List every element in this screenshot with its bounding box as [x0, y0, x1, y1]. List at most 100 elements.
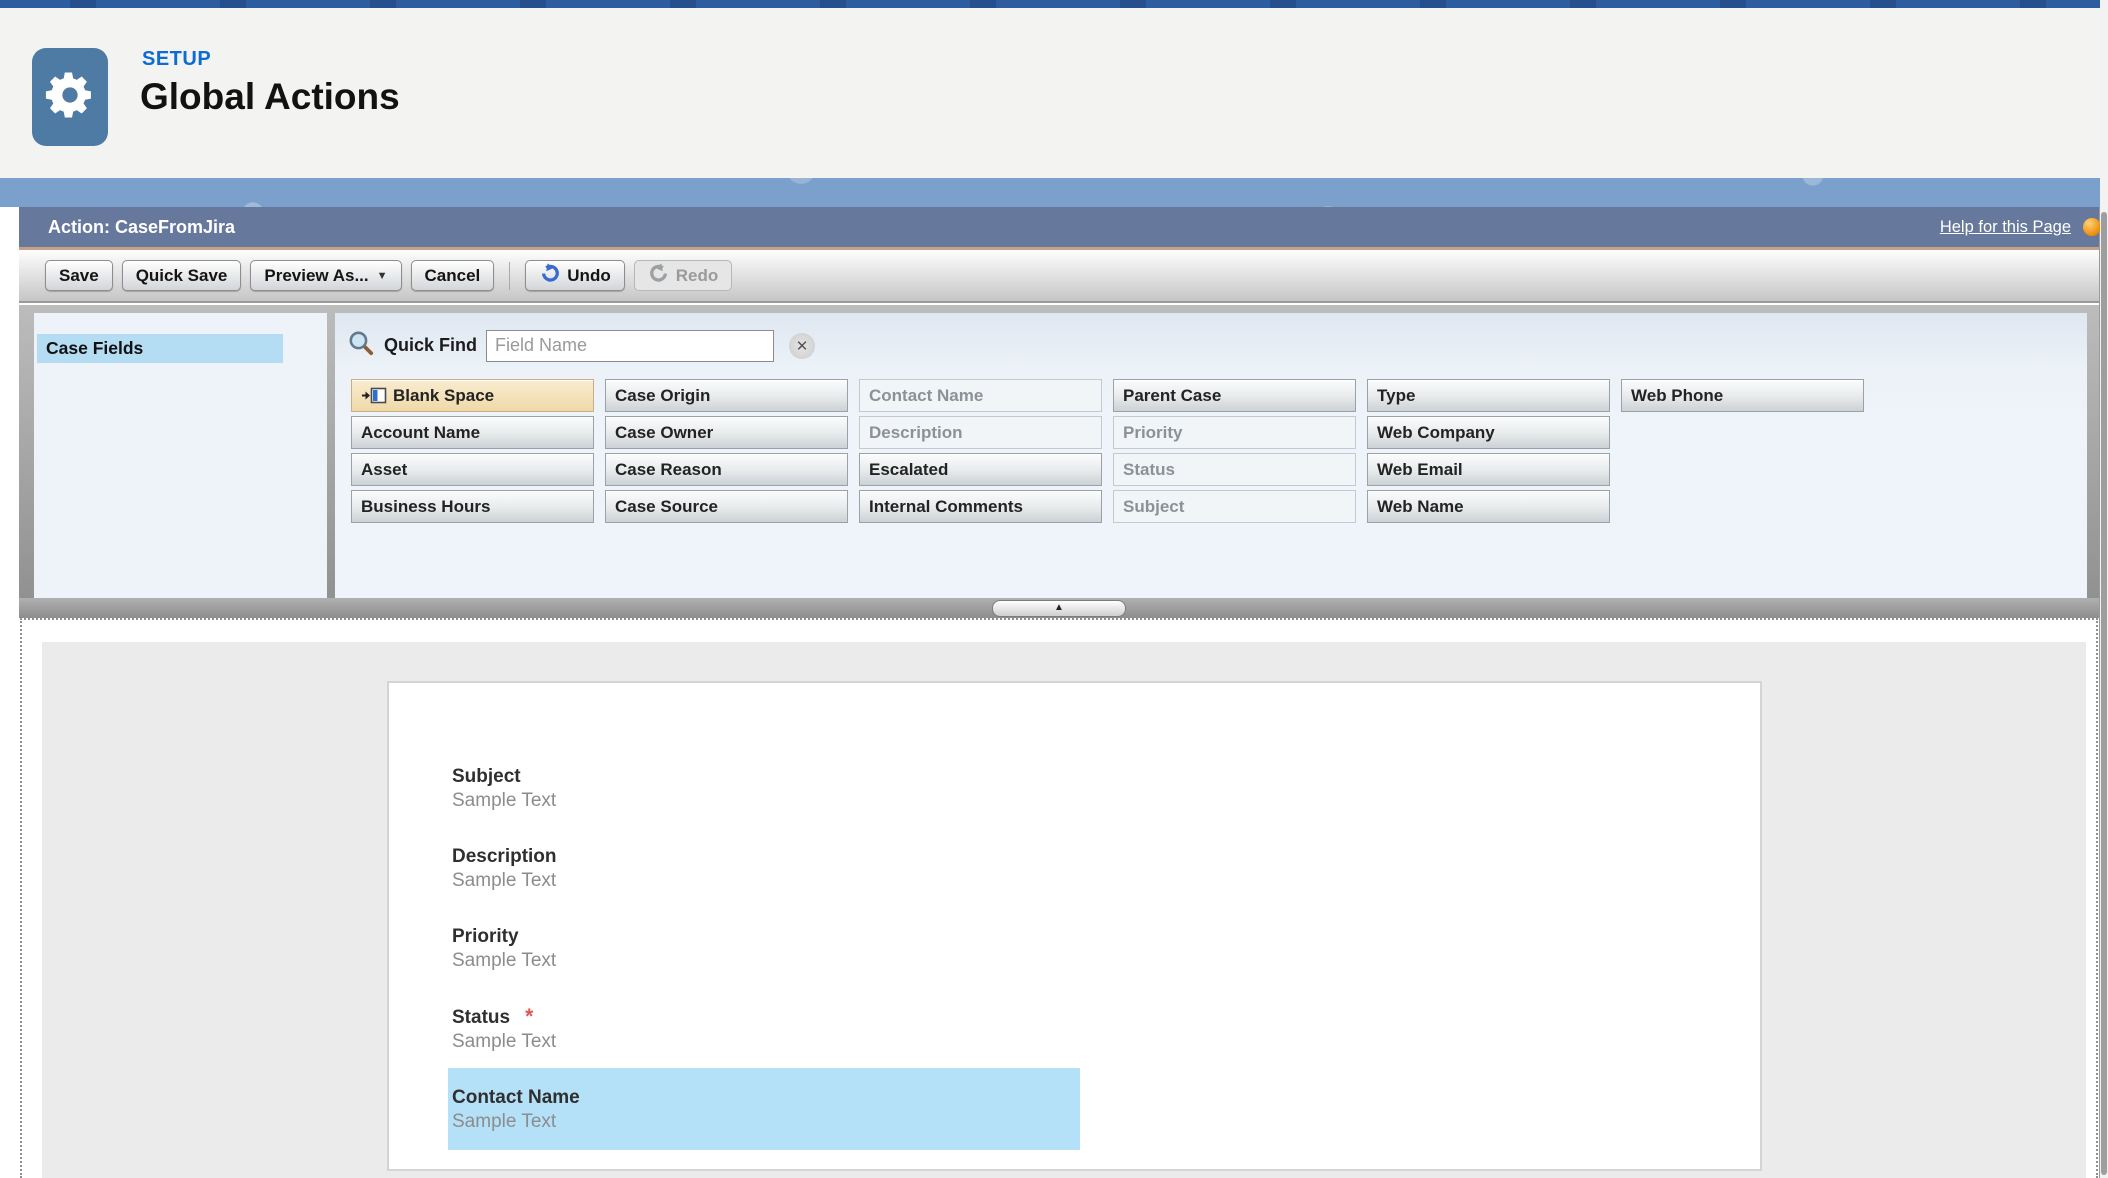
layout-field-sample-value: Sample Text	[452, 869, 1080, 893]
decorative-banner	[0, 178, 2108, 207]
palette-field-web-company[interactable]: Web Company	[1367, 416, 1610, 449]
setup-header: SETUP Global Actions	[0, 8, 2108, 178]
palette-field-web-email[interactable]: Web Email	[1367, 453, 1610, 486]
layout-field-description[interactable]: DescriptionSample Text	[452, 845, 1080, 893]
palette-field-case-reason[interactable]: Case Reason	[605, 453, 848, 486]
layout-field-contact-name[interactable]: Contact NameSample Text	[448, 1068, 1080, 1150]
layout-field-label: Contact Name	[452, 1086, 1080, 1110]
fields-palette-frame: Case Fields Quick Find ✕ Blank Space Acco…	[19, 305, 2099, 618]
palette-field-label: Web Phone	[1631, 386, 1723, 406]
palette-field-type[interactable]: Type	[1367, 379, 1610, 412]
vertical-scrollbar[interactable]	[2100, 0, 2108, 1178]
layout-fields: SubjectSample TextDescriptionSample Text…	[389, 683, 1760, 1150]
palette-field-business-hours[interactable]: Business Hours	[351, 490, 594, 523]
palette-sidebar: Case Fields	[34, 313, 327, 598]
required-asterisk-icon: *	[525, 1005, 533, 1028]
palette-field-web-phone[interactable]: Web Phone	[1621, 379, 1864, 412]
action-title-bar: Action: CaseFromJira Help for this Page	[19, 207, 2099, 250]
palette-field-priority: Priority	[1113, 416, 1356, 449]
palette-field-label: Subject	[1123, 497, 1184, 517]
palette-field-case-source[interactable]: Case Source	[605, 490, 848, 523]
page-title: Global Actions	[140, 76, 400, 118]
palette-field-description: Description	[859, 416, 1102, 449]
palette-field-subject: Subject	[1113, 490, 1356, 523]
palette-field-label: Priority	[1123, 423, 1183, 443]
sidebar-item-case-fields[interactable]: Case Fields	[37, 334, 283, 363]
palette-column: Web Phone	[1621, 379, 1864, 523]
layout-preview-backdrop: SubjectSample TextDescriptionSample Text…	[42, 642, 2086, 1178]
quick-save-button[interactable]: Quick Save	[122, 260, 242, 291]
layout-field-status[interactable]: Status*Sample Text	[452, 1005, 1080, 1054]
cancel-button[interactable]: Cancel	[411, 260, 495, 291]
undo-button[interactable]: Undo	[525, 260, 624, 291]
save-button[interactable]: Save	[45, 260, 113, 291]
palette-column: Case Origin Case Owner Case Reason Case Sou…	[605, 379, 848, 523]
toolbar-separator	[509, 262, 510, 290]
layout-field-label: Priority	[452, 925, 1080, 949]
palette-field-internal-comments[interactable]: Internal Comments	[859, 490, 1102, 523]
quick-find-row: Quick Find ✕	[335, 313, 2087, 362]
palette-field-contact-name: Contact Name	[859, 379, 1102, 412]
palette-field-label: Asset	[361, 460, 407, 480]
palette-field-label: Web Company	[1377, 423, 1495, 443]
scrollbar-thumb[interactable]	[2101, 212, 2107, 1175]
palette-field-label: Escalated	[869, 460, 948, 480]
palette-field-asset[interactable]: Asset	[351, 453, 594, 486]
layout-field-priority[interactable]: PrioritySample Text	[452, 925, 1080, 973]
layout-field-sample-value: Sample Text	[452, 1030, 1080, 1054]
redo-label: Redo	[676, 266, 719, 286]
palette-field-label: Case Reason	[615, 460, 722, 480]
fields-palette: Quick Find ✕ Blank Space Account Name Asse…	[335, 313, 2087, 598]
palette-field-case-origin[interactable]: Case Origin	[605, 379, 848, 412]
quick-find-input[interactable]	[486, 330, 774, 362]
palette-field-account-name[interactable]: Account Name	[351, 416, 594, 449]
action-title: Action: CaseFromJira	[48, 207, 235, 247]
palette-field-escalated[interactable]: Escalated	[859, 453, 1102, 486]
setup-eyebrow: SETUP	[142, 48, 211, 71]
layout-field-sample-value: Sample Text	[452, 949, 1080, 973]
palette-field-label: Contact Name	[869, 386, 983, 406]
palette-field-label: Status	[1123, 460, 1175, 480]
palette-field-label: Case Origin	[615, 386, 710, 406]
palette-field-label: Internal Comments	[869, 497, 1023, 517]
palette-field-label: Parent Case	[1123, 386, 1221, 406]
layout-field-label: Description	[452, 845, 1080, 869]
collapse-palette-button[interactable]: ▲	[992, 600, 1126, 617]
palette-field-parent-case[interactable]: Parent Case	[1113, 379, 1356, 412]
undo-icon	[539, 262, 561, 289]
help-for-this-page-link[interactable]: Help for this Page	[1940, 207, 2071, 247]
search-icon	[347, 329, 375, 362]
palette-field-label: Type	[1377, 386, 1415, 406]
palette-column: Parent Case Priority Status Subject	[1113, 379, 1356, 523]
redo-button: Redo	[634, 260, 733, 291]
preview-as-button[interactable]: Preview As... ▼	[250, 260, 401, 291]
palette-column: Blank Space Account Name Asset Business Hou…	[351, 379, 594, 523]
layout-field-label: Status*	[452, 1005, 1080, 1030]
clear-search-button[interactable]: ✕	[789, 333, 815, 359]
palette-field-grid: Blank Space Account Name Asset Business Hou…	[351, 379, 2087, 523]
chevron-down-icon: ▼	[377, 270, 388, 282]
quick-find-label: Quick Find	[384, 335, 477, 356]
browser-top-strip	[0, 0, 2108, 8]
help-icon[interactable]	[2083, 218, 2101, 236]
layout-field-subject[interactable]: SubjectSample Text	[452, 765, 1080, 813]
action-layout-editor: Action: CaseFromJira Help for this Page …	[19, 207, 2100, 1178]
palette-column: Type Web Company Web Email Web Name	[1367, 379, 1610, 523]
blank-space-icon	[361, 387, 388, 404]
palette-field-label: Web Name	[1377, 497, 1464, 517]
layout-field-label: Subject	[452, 765, 1080, 789]
layout-field-sample-value: Sample Text	[452, 1110, 1080, 1134]
palette-field-case-owner[interactable]: Case Owner	[605, 416, 848, 449]
palette-field-blank-space[interactable]: Blank Space	[351, 379, 594, 412]
palette-field-web-name[interactable]: Web Name	[1367, 490, 1610, 523]
palette-field-label: Blank Space	[393, 386, 494, 406]
palette-field-label: Description	[869, 423, 963, 443]
setup-icon-tile	[32, 48, 108, 146]
palette-column: Contact Name Description Escalated Internal…	[859, 379, 1102, 523]
gear-icon	[43, 68, 97, 127]
palette-collapse-divider: ▲	[19, 598, 2099, 618]
redo-icon	[648, 262, 670, 289]
undo-label: Undo	[567, 266, 610, 286]
collapse-arrow-icon: ▲	[1054, 603, 1064, 613]
layout-field-sample-value: Sample Text	[452, 789, 1080, 813]
